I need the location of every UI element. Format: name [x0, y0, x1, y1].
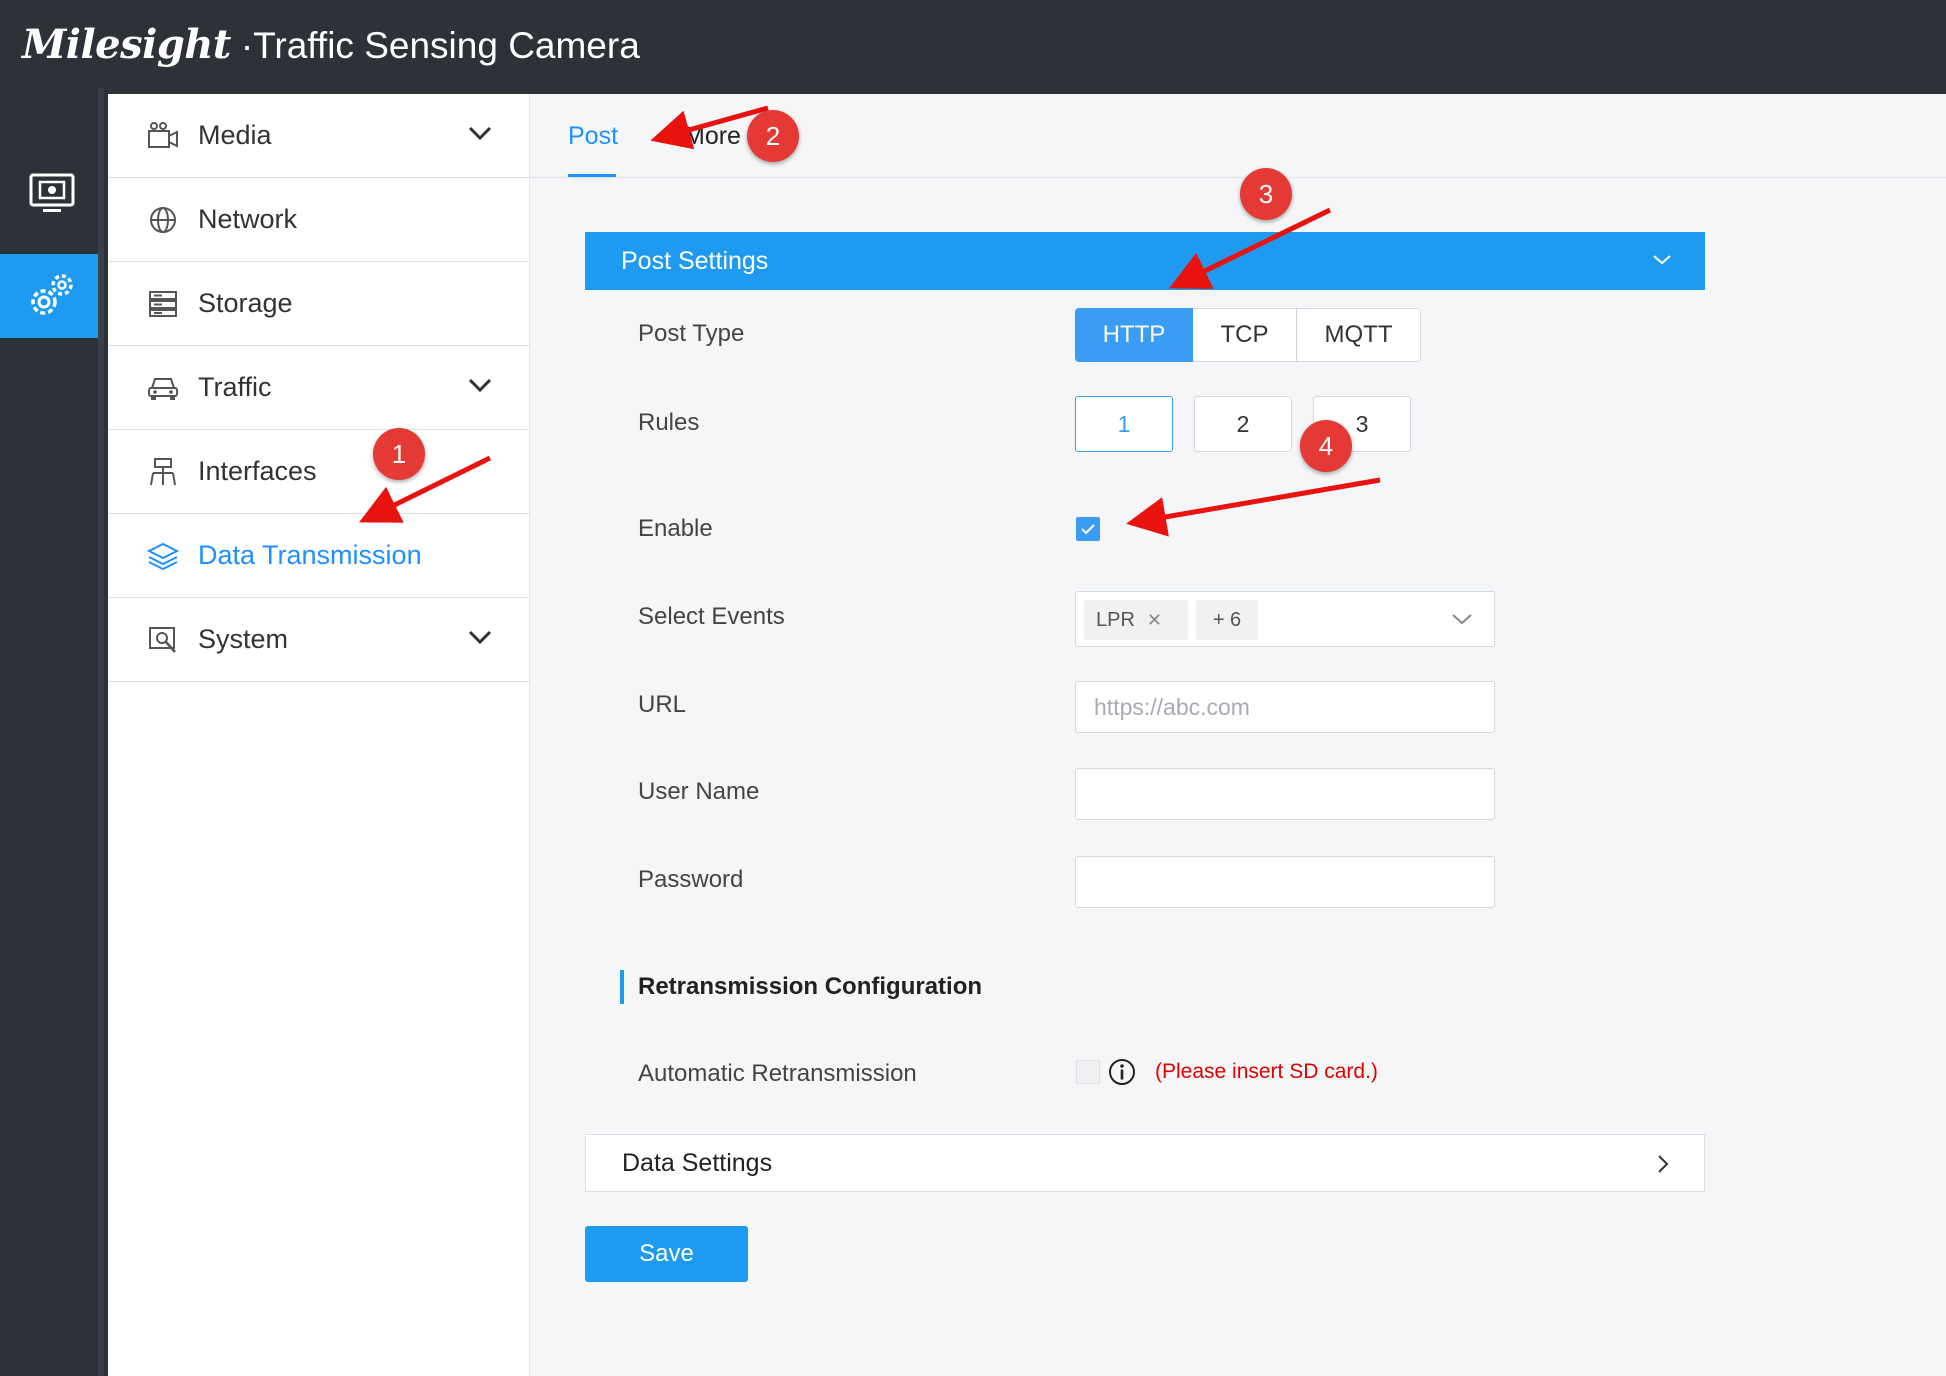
- event-tag-lpr: LPR ✕: [1084, 600, 1188, 640]
- system-icon: [146, 623, 180, 657]
- post-settings-header[interactable]: Post Settings: [585, 232, 1705, 290]
- media-camera-icon: [146, 119, 180, 153]
- post-type-http[interactable]: HTTP: [1075, 308, 1193, 362]
- rail-live-view[interactable]: [0, 152, 104, 236]
- auto-retransmission-checkbox[interactable]: [1076, 1060, 1100, 1084]
- rules-label: Rules: [638, 409, 700, 436]
- tab-post[interactable]: Post: [568, 122, 618, 151]
- enable-label: Enable: [638, 515, 713, 542]
- chevron-down-icon: [468, 378, 492, 393]
- post-type-tcp[interactable]: TCP: [1193, 308, 1297, 362]
- select-events-dropdown[interactable]: LPR ✕ + 6: [1075, 591, 1495, 647]
- settings-gears-icon: [31, 274, 73, 315]
- password-label: Password: [638, 866, 744, 893]
- monitor-icon: [29, 173, 75, 212]
- url-input[interactable]: [1075, 681, 1495, 733]
- post-type-mqtt[interactable]: MQTT: [1297, 308, 1421, 362]
- sidebar-item-traffic[interactable]: Traffic: [108, 346, 529, 430]
- sidebar-item-label: Traffic: [198, 372, 272, 402]
- brand-logo: Milesight: [22, 20, 231, 68]
- password-input[interactable]: [1075, 856, 1495, 908]
- rail-separator: [98, 88, 104, 1376]
- car-icon: [146, 371, 180, 405]
- auto-retransmission-label: Automatic Retransmission: [638, 1060, 917, 1087]
- rail-settings[interactable]: [0, 254, 104, 338]
- user-name-input[interactable]: [1075, 768, 1495, 820]
- sidebar-item-label: System: [198, 624, 289, 654]
- globe-icon: [146, 203, 180, 237]
- chevron-down-icon: [468, 630, 492, 645]
- layers-icon: [146, 539, 180, 573]
- sidebar-item-data-transmission[interactable]: Data Transmission: [108, 514, 529, 598]
- check-icon: [1081, 524, 1095, 535]
- panel-title: Data Settings: [622, 1148, 773, 1177]
- tab-more[interactable]: More: [684, 122, 741, 151]
- main-content: Post More Post Settings Post Type HTTP T…: [530, 94, 1946, 1376]
- chevron-right-icon: [1658, 1155, 1669, 1173]
- sidebar-item-label: Media: [198, 120, 272, 150]
- close-icon[interactable]: ✕: [1147, 610, 1162, 631]
- interfaces-icon: [146, 455, 180, 489]
- sidebar-item-media[interactable]: Media: [108, 94, 529, 178]
- sd-card-warning: (Please insert SD card.): [1155, 1060, 1378, 1083]
- tag-label: LPR: [1096, 608, 1135, 631]
- post-type-label: Post Type: [638, 320, 745, 347]
- save-button[interactable]: Save: [585, 1226, 748, 1282]
- url-label: URL: [638, 691, 687, 718]
- event-tag-more-count: + 6: [1196, 600, 1258, 640]
- select-events-label: Select Events: [638, 603, 785, 630]
- enable-checkbox[interactable]: [1076, 517, 1100, 541]
- chevron-down-icon: [468, 126, 492, 141]
- rule-1-button[interactable]: 1: [1075, 396, 1173, 452]
- settings-sidebar: Media Network Storage Traffic Interfaces…: [108, 94, 530, 1376]
- sidebar-item-label: Storage: [198, 288, 293, 318]
- data-settings-header[interactable]: Data Settings: [585, 1134, 1705, 1192]
- panel-title: Post Settings: [621, 246, 769, 275]
- icon-rail: [0, 88, 104, 1376]
- sidebar-item-label: Interfaces: [198, 456, 317, 486]
- sidebar-item-label: Data Transmission: [198, 540, 422, 570]
- active-tab-indicator: [568, 174, 616, 177]
- chevron-down-icon: [1653, 255, 1671, 265]
- sidebar-item-label: Network: [198, 204, 298, 234]
- brand: Milesight ·Traffic Sensing Camera: [22, 21, 640, 68]
- info-icon[interactable]: [1108, 1058, 1136, 1086]
- sidebar-item-storage[interactable]: Storage: [108, 262, 529, 346]
- storage-icon: [146, 287, 180, 321]
- retransmission-section-title: Retransmission Configuration: [620, 970, 982, 1004]
- user-name-label: User Name: [638, 778, 760, 805]
- sidebar-item-network[interactable]: Network: [108, 178, 529, 262]
- sidebar-item-interfaces[interactable]: Interfaces: [108, 430, 529, 514]
- tab-bar: Post More: [530, 94, 1946, 178]
- rule-2-button[interactable]: 2: [1194, 396, 1292, 452]
- rule-3-button[interactable]: 3: [1313, 396, 1411, 452]
- app-header: Milesight ·Traffic Sensing Camera: [0, 0, 1946, 88]
- chevron-down-icon: [1452, 614, 1472, 625]
- post-type-selector: HTTP TCP MQTT: [1075, 308, 1421, 362]
- app-title: ·Traffic Sensing Camera: [240, 24, 640, 66]
- sidebar-item-system[interactable]: System: [108, 598, 529, 682]
